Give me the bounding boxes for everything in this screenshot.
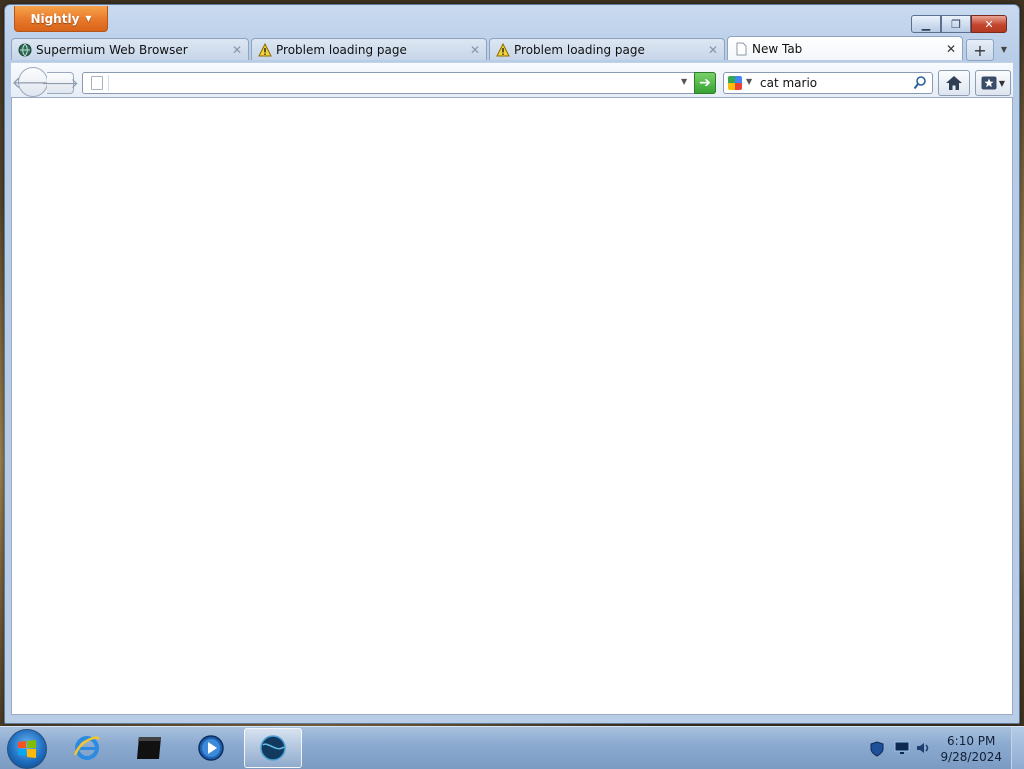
search-input[interactable]: cat mario xyxy=(760,76,817,90)
media-player-icon xyxy=(198,735,224,761)
browser-window: Nightly ▼ ▁ ❐ ✕ Supermium Web Browser ✕ … xyxy=(4,4,1020,724)
volume-icon[interactable] xyxy=(916,741,930,755)
taskbar: 6:10 PM 9/28/2024 xyxy=(0,726,1024,769)
bookmark-star-icon xyxy=(981,76,997,90)
taskbar-internet-explorer[interactable] xyxy=(58,728,116,768)
tab-label: Problem loading page xyxy=(514,42,645,57)
arrow-right-icon: ➔ xyxy=(699,75,711,91)
home-button[interactable] xyxy=(938,70,970,96)
new-tab-button[interactable]: + xyxy=(966,39,994,61)
google-icon[interactable] xyxy=(728,76,742,90)
show-desktop-button[interactable] xyxy=(1011,727,1024,769)
terminal-icon xyxy=(137,737,161,759)
tab-strip: Supermium Web Browser ✕ Problem loading … xyxy=(11,36,1011,62)
start-button[interactable] xyxy=(7,729,47,769)
tab-supermium[interactable]: Supermium Web Browser ✕ xyxy=(11,38,249,60)
page-content-area[interactable] xyxy=(11,97,1013,715)
maximize-button[interactable]: ❐ xyxy=(941,15,971,33)
close-tab-icon[interactable]: ✕ xyxy=(470,43,480,57)
tab-label: Supermium Web Browser xyxy=(36,42,188,57)
minimize-button[interactable]: ▁ xyxy=(911,15,941,33)
arrow-right-icon: 🡒 xyxy=(41,75,79,92)
minimize-icon: ▁ xyxy=(921,17,931,31)
tab-problem-loading-1[interactable]: Problem loading page ✕ xyxy=(251,38,487,60)
windows-logo-icon xyxy=(18,740,36,758)
network-icon[interactable] xyxy=(894,741,910,755)
globe-icon xyxy=(18,43,32,56)
tab-problem-loading-2[interactable]: Problem loading page ✕ xyxy=(489,38,725,60)
close-window-button[interactable]: ✕ xyxy=(971,15,1007,33)
browser-globe-icon xyxy=(260,735,286,761)
chevron-down-icon: ▼ xyxy=(998,78,1006,88)
tab-new-tab[interactable]: New Tab ✕ xyxy=(727,36,963,60)
clock-time: 6:10 PM xyxy=(947,734,996,748)
search-bar[interactable]: ▼ cat mario xyxy=(723,72,933,94)
page-icon xyxy=(91,76,103,90)
plus-icon: + xyxy=(973,40,987,60)
tab-label: Problem loading page xyxy=(276,42,407,57)
warning-icon xyxy=(258,42,272,56)
close-icon: ✕ xyxy=(984,17,994,31)
tab-label: New Tab xyxy=(752,41,803,56)
bookmarks-button[interactable]: ▼ xyxy=(975,70,1011,96)
restore-icon: ❐ xyxy=(951,17,961,31)
internet-explorer-icon xyxy=(73,736,100,760)
url-input[interactable] xyxy=(113,74,673,92)
site-identity-button[interactable] xyxy=(86,75,109,91)
security-shield-icon[interactable] xyxy=(870,741,884,757)
list-all-tabs-button[interactable]: ▼ xyxy=(997,39,1011,59)
taskbar-terminal[interactable] xyxy=(120,728,178,768)
navigation-toolbar: 🡐 🡒 ▼ ➔ ▼ cat mario ▼ xyxy=(11,62,1013,98)
chevron-down-icon: ▼ xyxy=(85,14,92,23)
app-menu-label: Nightly xyxy=(30,11,80,26)
system-tray: 6:10 PM 9/28/2024 xyxy=(864,727,1024,769)
chevron-down-icon: ▼ xyxy=(1000,44,1008,54)
address-bar[interactable]: ▼ ➔ xyxy=(82,72,716,94)
forward-button[interactable]: 🡒 xyxy=(41,72,79,94)
taskbar-media-player[interactable] xyxy=(182,728,240,768)
close-tab-icon[interactable]: ✕ xyxy=(232,43,242,57)
close-tab-icon[interactable]: ✕ xyxy=(708,43,718,57)
go-button[interactable]: ➔ xyxy=(694,72,716,94)
close-tab-icon[interactable]: ✕ xyxy=(946,42,956,56)
clock[interactable]: 6:10 PM 9/28/2024 xyxy=(940,733,1002,765)
engine-dropdown-icon[interactable]: ▼ xyxy=(746,77,752,86)
clock-date: 9/28/2024 xyxy=(940,750,1002,764)
page-icon xyxy=(736,42,747,55)
taskbar-browser[interactable] xyxy=(244,728,302,768)
warning-icon xyxy=(496,42,510,56)
app-menu-button[interactable]: Nightly ▼ xyxy=(14,6,108,32)
history-dropdown-icon[interactable]: ▼ xyxy=(681,77,687,86)
search-icon[interactable] xyxy=(913,75,927,91)
home-icon xyxy=(946,76,962,90)
